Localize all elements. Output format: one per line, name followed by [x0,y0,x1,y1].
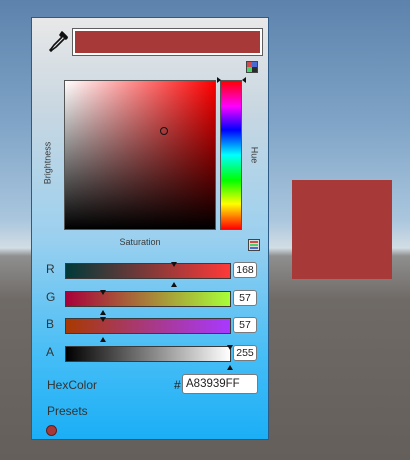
blue-value-field[interactable]: 57 [233,317,257,333]
red-slider-handle-top[interactable] [171,262,178,267]
preset-swatch[interactable] [46,425,57,436]
current-color-swatch[interactable] [72,28,263,56]
blue-channel-row: B 57 [32,313,270,342]
color-preview-square [292,180,392,279]
eyedropper-icon[interactable] [48,30,70,54]
green-channel-label: G [46,290,56,304]
red-value-field[interactable]: 168 [233,262,257,278]
alpha-slider-handle-bottom[interactable] [227,365,233,370]
presets-label: Presets [47,404,88,418]
alpha-channel-label: A [46,345,55,359]
color-mode-icon[interactable] [246,61,258,73]
slider-mode-icon[interactable] [248,239,260,251]
red-channel-label: R [46,262,55,276]
color-picker-panel: Brightness Hue Saturation R 168 G 57 B 5… [31,17,269,440]
hue-label: Hue [249,146,260,164]
hex-color-label: HexColor [47,378,98,392]
sv-cursor[interactable] [160,127,168,136]
green-channel-row: G 57 [32,286,270,315]
alpha-channel-row: A 255 [32,341,270,370]
green-slider-handle-top[interactable] [99,290,106,295]
hex-hash-symbol: # [174,378,181,392]
brightness-label: Brightness [42,141,53,185]
blue-channel-label: B [46,317,55,331]
alpha-value-field[interactable]: 255 [233,345,257,361]
saturation-brightness-area[interactable] [64,80,216,230]
green-value-field[interactable]: 57 [233,290,257,306]
blue-slider[interactable] [65,317,231,342]
hue-slider[interactable] [220,80,242,230]
hex-color-input[interactable]: A83939FF [182,374,258,394]
hue-marker-right [242,77,246,83]
red-slider[interactable] [65,262,231,287]
blue-slider-handle-top[interactable] [99,317,106,322]
green-slider[interactable] [65,290,231,315]
red-channel-row: R 168 [32,258,270,287]
hue-marker-left [217,77,221,83]
saturation-label: Saturation [119,237,161,247]
alpha-slider[interactable] [65,345,233,370]
